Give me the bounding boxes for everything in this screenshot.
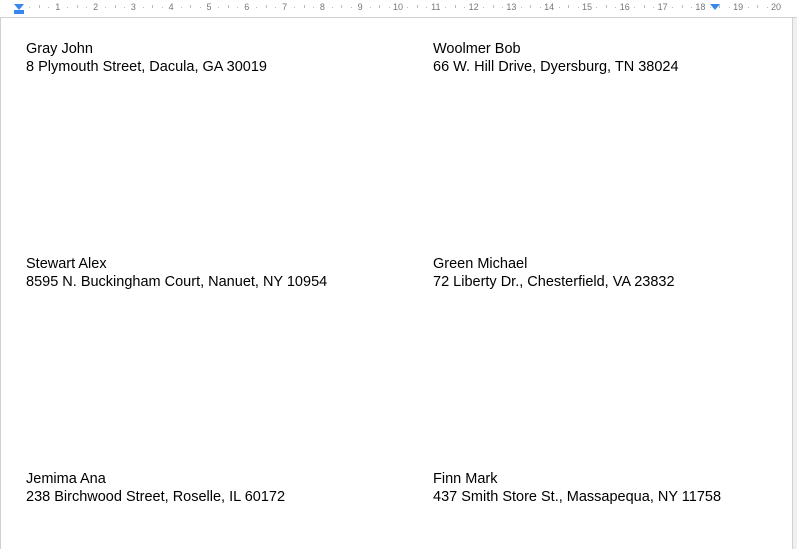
label-name: Finn Mark	[433, 470, 721, 488]
address-label: Stewart Alex 8595 N. Buckingham Court, N…	[26, 255, 327, 291]
ruler-number: 9	[358, 2, 363, 12]
ruler-number: 19	[733, 2, 743, 12]
label-address: 238 Birchwood Street, Roselle, IL 60172	[26, 488, 285, 506]
ruler-number: 20	[771, 2, 781, 12]
ruler-marks: 1234567891011121314151617181920	[20, 0, 797, 17]
ruler-number: 17	[658, 2, 668, 12]
ruler-number: 6	[244, 2, 249, 12]
ruler-number: 8	[320, 2, 325, 12]
label-address: 8595 N. Buckingham Court, Nanuet, NY 109…	[26, 273, 327, 291]
right-indent-marker[interactable]	[710, 4, 720, 10]
ruler-number: 13	[506, 2, 516, 12]
ruler-number: 15	[582, 2, 592, 12]
label-address: 437 Smith Store St., Massapequa, NY 1175…	[433, 488, 721, 506]
ruler-number: 5	[206, 2, 211, 12]
document-page: Gray John 8 Plymouth Street, Dacula, GA …	[0, 18, 793, 549]
ruler-number: 1	[55, 2, 60, 12]
ruler-number: 3	[131, 2, 136, 12]
ruler-number: 12	[469, 2, 479, 12]
label-address: 8 Plymouth Street, Dacula, GA 30019	[26, 58, 267, 76]
ruler-number: 16	[620, 2, 630, 12]
horizontal-ruler[interactable]: 1234567891011121314151617181920	[0, 0, 797, 18]
label-name: Gray John	[26, 40, 267, 58]
label-name: Jemima Ana	[26, 470, 285, 488]
ruler-number: 10	[393, 2, 403, 12]
ruler-number: 2	[93, 2, 98, 12]
ruler-number: 18	[695, 2, 705, 12]
address-label: Green Michael 72 Liberty Dr., Chesterfie…	[433, 255, 675, 291]
ruler-number: 14	[544, 2, 554, 12]
label-name: Green Michael	[433, 255, 675, 273]
label-address: 66 W. Hill Drive, Dyersburg, TN 38024	[433, 58, 679, 76]
ruler-number: 11	[431, 2, 440, 12]
address-label: Jemima Ana 238 Birchwood Street, Roselle…	[26, 470, 285, 506]
address-label: Finn Mark 437 Smith Store St., Massapequ…	[433, 470, 721, 506]
label-address: 72 Liberty Dr., Chesterfield, VA 23832	[433, 273, 675, 291]
address-label: Gray John 8 Plymouth Street, Dacula, GA …	[26, 40, 267, 76]
address-label: Woolmer Bob 66 W. Hill Drive, Dyersburg,…	[433, 40, 679, 76]
label-name: Stewart Alex	[26, 255, 327, 273]
label-name: Woolmer Bob	[433, 40, 679, 58]
ruler-number: 4	[169, 2, 174, 12]
ruler-number: 7	[282, 2, 287, 12]
